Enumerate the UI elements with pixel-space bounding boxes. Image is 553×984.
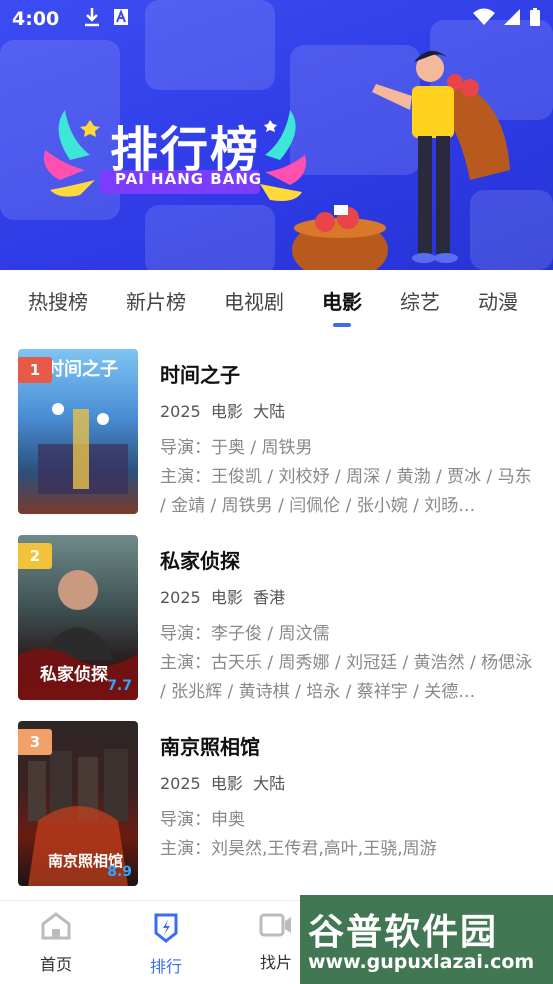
list-item[interactable]: 时间之子 1 时间之子 2025 电影 大陆 导演：于奥 / 周铁男 主演：王俊…	[0, 335, 553, 516]
movie-cast: 主演：刘昊然,王传君,高叶,王骁,周游	[160, 839, 437, 859]
movie-info: 私家侦探 2025 电影 香港 导演：李子俊 / 周汶儒 主演：古天乐 / 周秀…	[160, 545, 540, 707]
movie-score: 8.9	[107, 864, 132, 880]
site-watermark: 谷普软件园 www.gupuxlazai.com	[300, 895, 553, 984]
poster-title: 时间之子	[46, 358, 118, 380]
signal-icon	[503, 8, 521, 30]
category-tabs: 热搜榜 新片榜 电视剧 电影 综艺 动漫	[0, 270, 553, 330]
movie-score: 7.7	[107, 678, 132, 694]
movie-poster[interactable]: 南京照相馆 3 8.9	[18, 721, 138, 886]
nav-label: 首页	[39, 955, 72, 974]
movie-region: 香港	[253, 588, 286, 607]
banner-illustration	[292, 50, 510, 270]
movie-director: 导演：于奥 / 周铁男	[160, 438, 313, 458]
tab-label: 热搜榜	[28, 289, 88, 314]
movie-region: 大陆	[253, 402, 286, 421]
movie-year: 2025	[160, 588, 201, 607]
movie-cast: 主演：王俊凯 / 刘校妤 / 周深 / 黄渤 / 贾冰 / 马东 / 金靖 / …	[160, 467, 532, 516]
tab-anime[interactable]: 动漫	[478, 286, 518, 315]
movie-title: 时间之子	[160, 363, 240, 387]
rank-badge: 1	[18, 357, 52, 383]
movie-cast: 主演：古天乐 / 周秀娜 / 刘冠廷 / 黄浩然 / 杨偲泳 / 张兆辉 / 黄…	[160, 653, 533, 702]
rank-badge: 3	[18, 729, 52, 755]
download-icon	[83, 7, 101, 31]
poster-title: 私家侦探	[40, 664, 108, 685]
watermark-url: www.gupuxlazai.com	[308, 951, 535, 973]
movie-info: 南京照相馆 2025 电影 大陆 导演：申奥 主演：刘昊然,王传君,高叶,王骁,…	[160, 731, 540, 864]
movie-info: 时间之子 2025 电影 大陆 导演：于奥 / 周铁男 主演：王俊凯 / 刘校妤…	[160, 359, 540, 521]
movie-region: 大陆	[253, 774, 286, 793]
tab-label: 新片榜	[126, 289, 186, 314]
banner-subtitle: PAI HANG BANG	[115, 170, 263, 188]
status-bar: 4:00	[0, 0, 553, 38]
movie-meta: 2025 电影 香港	[160, 584, 540, 608]
tab-tv-series[interactable]: 电视剧	[224, 286, 284, 315]
rank-badge: 2	[18, 543, 52, 569]
movie-year: 2025	[160, 402, 201, 421]
movie-poster[interactable]: 时间之子 1	[18, 349, 138, 514]
nav-label: 排行	[149, 957, 182, 976]
home-icon	[40, 912, 72, 945]
font-icon	[113, 8, 129, 30]
nav-ranking[interactable]: 排行	[126, 911, 206, 977]
ranking-icon	[150, 913, 182, 947]
video-icon	[259, 913, 293, 943]
movie-title: 私家侦探	[160, 549, 240, 573]
wifi-icon	[473, 8, 495, 30]
ranking-banner: 4:00 排行榜 PAI HANG BANG	[0, 0, 553, 270]
bg-card	[145, 205, 275, 270]
movie-type: 电影	[210, 774, 243, 793]
watermark-title: 谷普软件园	[308, 912, 499, 953]
tab-label: 电影	[322, 289, 362, 314]
list-item[interactable]: 南京照相馆 3 8.9 南京照相馆 2025 电影 大陆 导演：申奥 主演：刘昊…	[0, 707, 553, 886]
movie-type: 电影	[210, 588, 243, 607]
list-item[interactable]: 私家侦探 2 7.7 私家侦探 2025 电影 香港 导演：李子俊 / 周汶儒 …	[0, 521, 553, 702]
tab-movies[interactable]: 电影	[322, 286, 362, 327]
movie-meta: 2025 电影 大陆	[160, 398, 540, 422]
movie-poster[interactable]: 私家侦探 2 7.7	[18, 535, 138, 700]
tab-new-releases[interactable]: 新片榜	[126, 286, 186, 315]
tab-label: 综艺	[400, 289, 440, 314]
tab-label: 动漫	[478, 289, 518, 314]
movie-type: 电影	[210, 402, 243, 421]
movie-title: 南京照相馆	[160, 735, 260, 759]
movie-director: 导演：李子俊 / 周汶儒	[160, 624, 330, 644]
movie-director: 导演：申奥	[160, 810, 245, 830]
tab-label: 电视剧	[224, 289, 284, 314]
active-tab-indicator	[333, 322, 351, 327]
movie-year: 2025	[160, 774, 201, 793]
status-time: 4:00	[12, 8, 60, 30]
tab-hot-search[interactable]: 热搜榜	[28, 286, 88, 315]
battery-icon	[529, 7, 541, 31]
movie-meta: 2025 电影 大陆	[160, 770, 540, 794]
tab-variety[interactable]: 综艺	[400, 286, 440, 315]
nav-home[interactable]: 首页	[16, 911, 96, 975]
